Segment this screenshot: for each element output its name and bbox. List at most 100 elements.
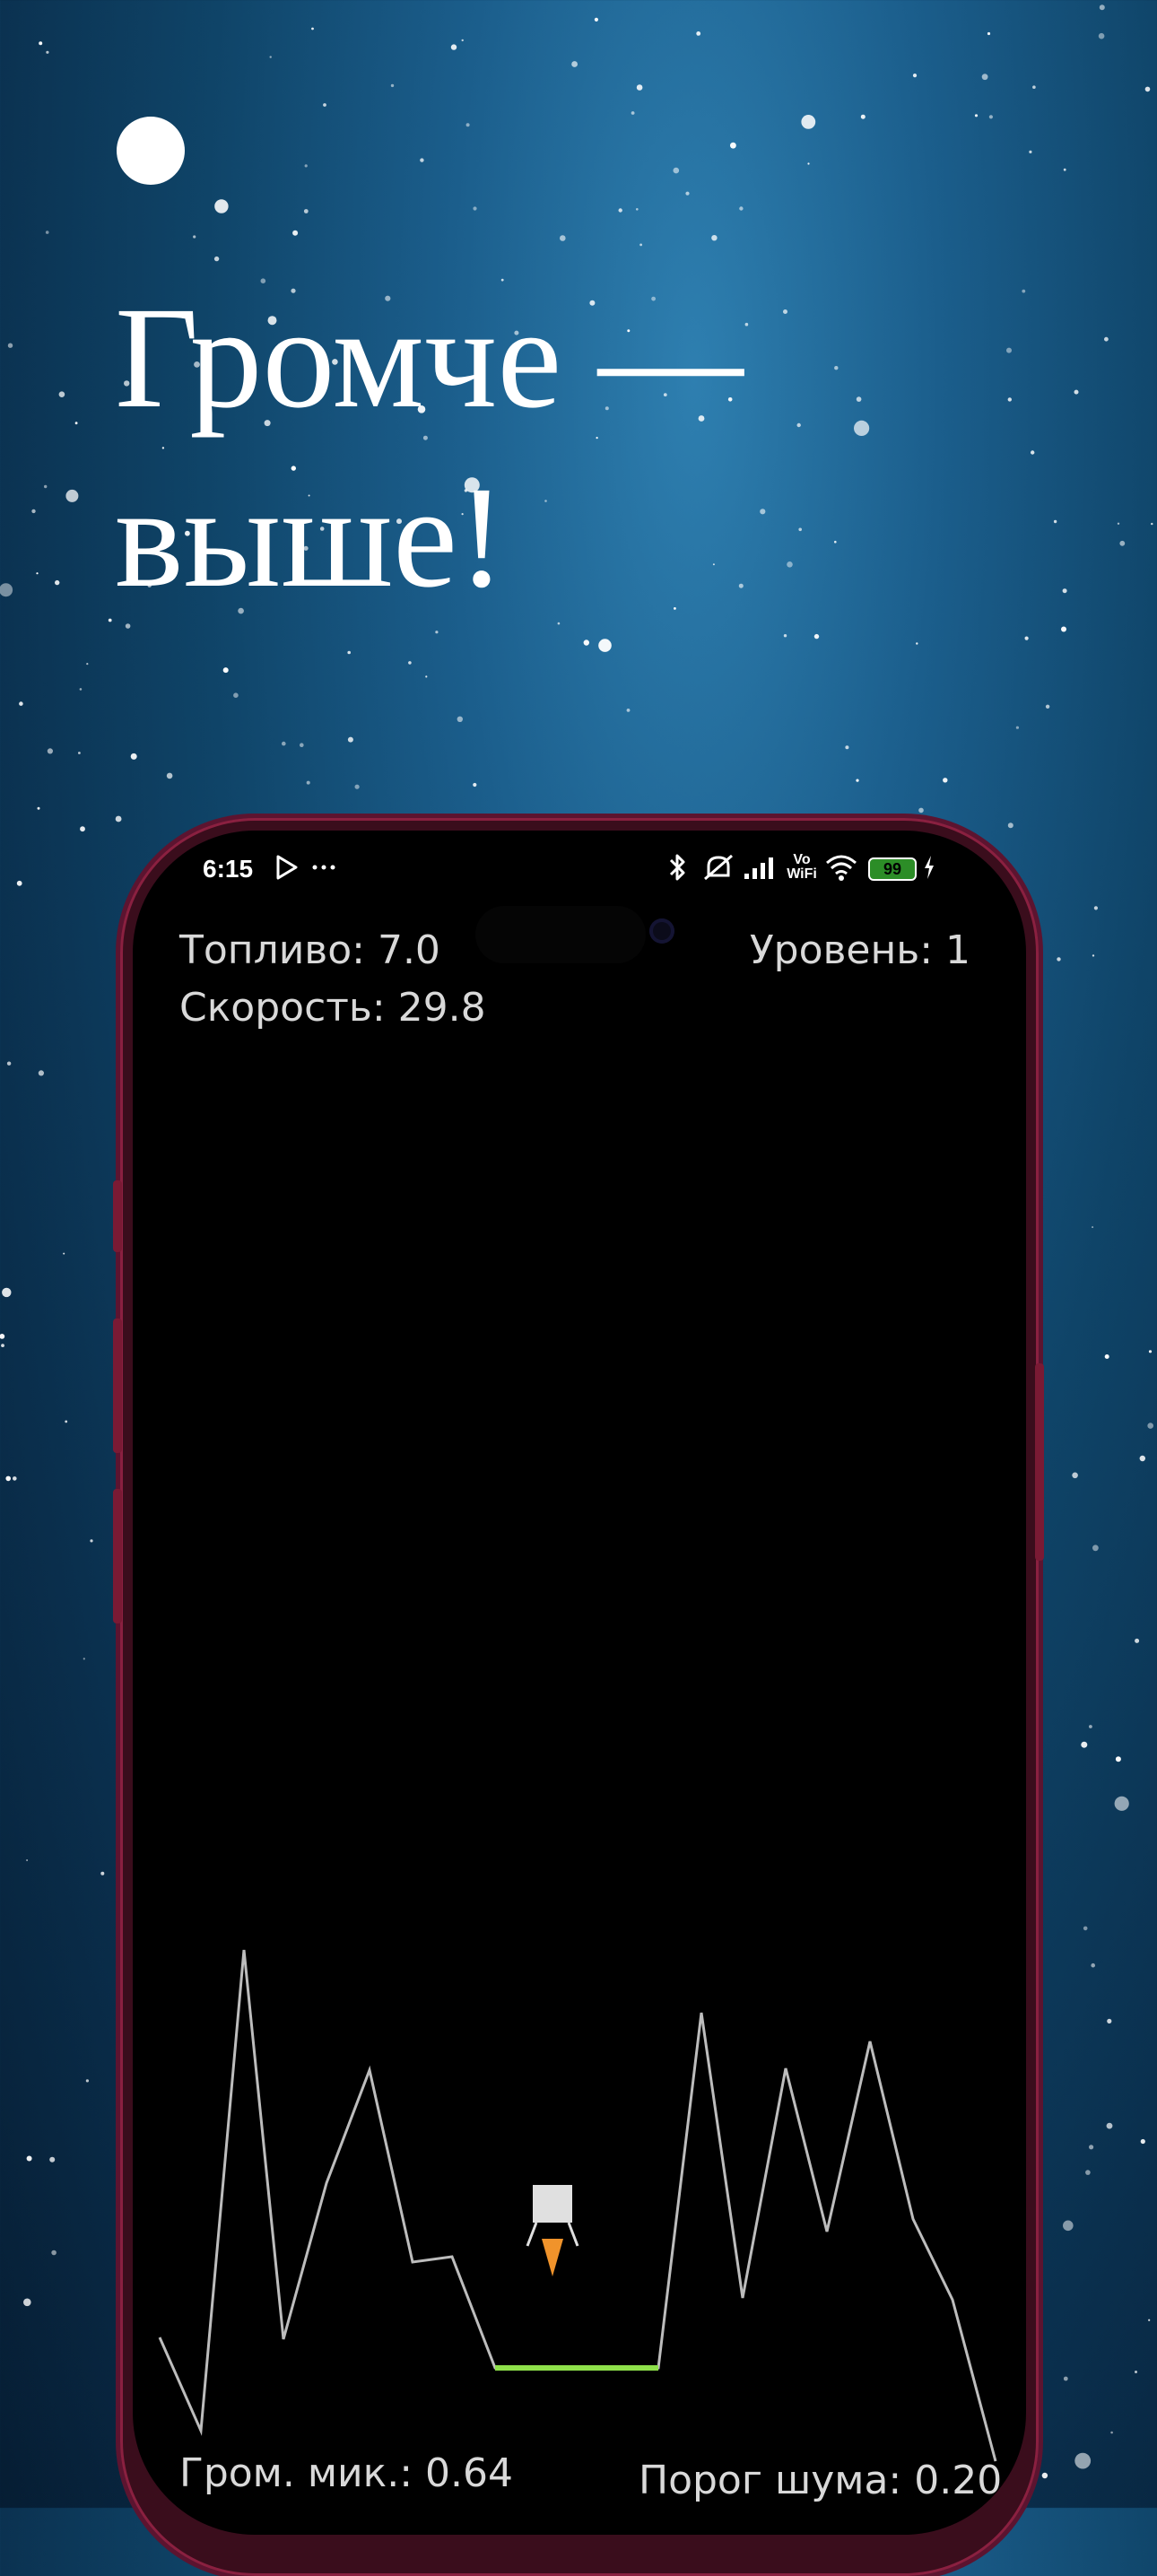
star	[636, 84, 643, 91]
star	[639, 243, 642, 247]
star	[465, 123, 470, 127]
level-readout: Уровень: 1	[749, 927, 970, 973]
lander-body	[533, 2185, 572, 2223]
star	[36, 572, 39, 575]
star	[306, 780, 310, 785]
star	[1074, 389, 1079, 395]
star	[1148, 1350, 1153, 1353]
star	[1, 1344, 4, 1347]
star	[807, 162, 810, 165]
star	[860, 114, 866, 119]
star	[233, 692, 239, 698]
star	[1089, 1725, 1092, 1728]
star	[100, 1871, 105, 1875]
star	[78, 752, 81, 754]
star	[1147, 1423, 1153, 1429]
star	[1083, 1926, 1088, 1931]
phone-power-button	[1035, 1363, 1044, 1561]
star	[473, 206, 477, 211]
star	[571, 61, 578, 67]
star	[83, 1658, 85, 1660]
lander-left-leg	[526, 2222, 538, 2247]
star	[1106, 2122, 1113, 2129]
star	[916, 642, 918, 645]
star	[457, 716, 463, 722]
star	[26, 1859, 29, 1861]
star	[1151, 522, 1153, 526]
star	[408, 661, 412, 665]
headline-line-1: Громче —	[115, 278, 744, 439]
phone-silent-switch	[113, 1180, 122, 1252]
star	[347, 650, 352, 655]
star	[560, 235, 566, 241]
phone-screen[interactable]: 6:15 Vo WiFi 99 Топливо: 7.0 Уровень: 1 …	[133, 831, 1026, 2535]
star	[425, 675, 428, 678]
star	[269, 56, 272, 58]
star	[1119, 540, 1126, 546]
game-canvas[interactable]	[133, 831, 1026, 2535]
star	[58, 391, 65, 398]
star	[1053, 519, 1057, 524]
star	[7, 343, 13, 348]
star	[626, 709, 631, 712]
star	[304, 164, 308, 168]
star	[1057, 957, 1061, 962]
headline-line-2: выше!	[115, 457, 506, 618]
star	[193, 235, 196, 239]
lander	[526, 2185, 579, 2276]
star	[1114, 1796, 1129, 1811]
star	[730, 142, 736, 149]
star	[987, 31, 991, 36]
star	[86, 663, 89, 666]
star	[1007, 822, 1013, 829]
star	[19, 701, 23, 706]
star	[856, 779, 859, 782]
star	[115, 815, 122, 822]
star	[282, 741, 286, 746]
star	[1063, 168, 1066, 171]
star	[65, 1420, 68, 1423]
star	[618, 208, 622, 213]
star	[51, 2250, 57, 2256]
star	[912, 74, 918, 78]
star	[213, 256, 220, 262]
star	[598, 639, 612, 652]
star	[696, 31, 701, 36]
star	[1062, 588, 1067, 594]
star	[1140, 2138, 1145, 2145]
star	[1031, 450, 1035, 455]
star	[1148, 2319, 1151, 2321]
star	[583, 640, 589, 646]
star	[739, 206, 744, 211]
star	[1041, 2472, 1048, 2479]
star	[918, 807, 924, 814]
terrain-line	[158, 1949, 997, 2462]
star	[974, 114, 979, 117]
star	[1024, 636, 1029, 640]
star	[1045, 704, 1050, 709]
phone-volume-up-button	[113, 1318, 122, 1453]
star	[631, 111, 635, 115]
slide-indicator-dot	[117, 117, 185, 185]
star	[685, 191, 690, 196]
star	[31, 509, 36, 514]
star	[130, 753, 137, 760]
star	[813, 633, 820, 640]
star	[636, 208, 639, 211]
phone-volume-down-button	[113, 1489, 122, 1623]
noise-threshold-readout: Порог шума: 0.20	[639, 2458, 1003, 2503]
star	[1089, 2145, 1094, 2150]
star	[1007, 397, 1013, 402]
star	[943, 778, 948, 783]
star	[311, 27, 314, 30]
star	[981, 74, 988, 81]
star	[2, 1287, 12, 1298]
star	[473, 782, 477, 788]
star	[1115, 1756, 1121, 1762]
star	[673, 167, 680, 174]
star	[292, 230, 299, 236]
star	[1074, 2452, 1092, 2469]
star	[5, 1475, 11, 1482]
star	[594, 17, 599, 22]
star	[450, 44, 457, 50]
